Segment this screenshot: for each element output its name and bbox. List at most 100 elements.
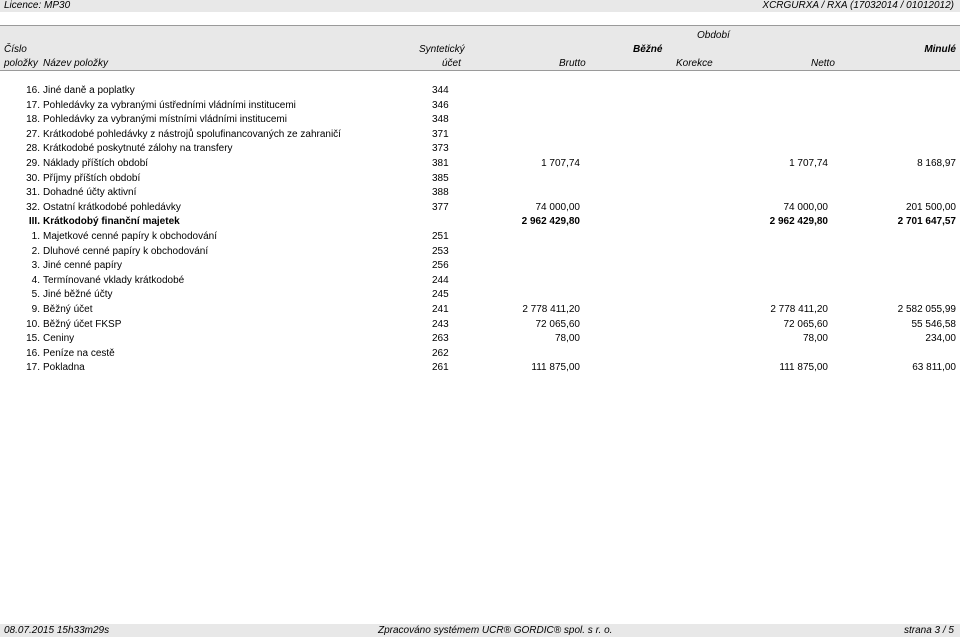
item-netto: 78,00 [802, 333, 828, 345]
header-synteticky: Syntetický [419, 44, 465, 55]
item-brutto: 2 962 429,80 [521, 216, 580, 228]
item-brutto: 2 778 411,20 [522, 303, 580, 315]
item-number: 30. [26, 172, 40, 184]
item-name: Jiné daně a poplatky [43, 85, 135, 96]
item-account: 346 [432, 99, 449, 111]
item-number: 16. [26, 85, 40, 96]
table-row: 29. Náklady příštích období 381 1 707,74 1 7… [0, 157, 960, 172]
item-number: 3. [31, 260, 40, 272]
table-row: 15. Ceniny 263 78,00 78,00 234,00 [0, 332, 960, 347]
table-row: 17. Pohledávky za vybranými ústředními vl… [0, 99, 960, 114]
table-row: 27. Krátkodobé pohledávky z nástrojů spol… [0, 128, 960, 143]
item-brutto: 74 000,00 [535, 201, 581, 213]
item-minule: 2 582 055,99 [897, 303, 956, 315]
item-account: 253 [432, 245, 449, 257]
item-minule: 2 701 647,57 [897, 216, 956, 228]
item-minule: 63 811,00 [912, 362, 956, 374]
header-netto: Netto [811, 58, 835, 69]
item-name: Příjmy příštích období [43, 172, 141, 184]
table-row: 28. Krátkodobé poskytnuté zálohy na trans… [0, 142, 960, 157]
item-minule: 8 168,97 [917, 157, 956, 169]
item-netto: 111 875,00 [779, 362, 828, 374]
item-netto: 2 778 411,20 [770, 303, 828, 315]
item-account: 262 [432, 347, 449, 359]
item-account: 256 [432, 260, 449, 272]
page-footer: 08.07.2015 15h33m29s Zpracováno systémem… [0, 624, 960, 637]
table-row: 30. Příjmy příštích období 385 [0, 172, 960, 187]
item-number: 27. [26, 128, 40, 140]
organization-code: XCRGURXA / RXA (17032014 / 01012012) [762, 0, 954, 11]
item-account: 373 [432, 143, 449, 155]
item-name: Krátkodobé pohledávky z nástrojů spolufi… [43, 128, 341, 140]
item-number: 18. [26, 114, 40, 126]
table-row: 16. Peníze na cestě 262 [0, 347, 960, 362]
item-name: Jiné cenné papíry [43, 260, 122, 272]
item-minule: 55 546,58 [911, 318, 957, 330]
table-row: 2. Dluhové cenné papíry k obchodování 253 [0, 245, 960, 260]
header-minule: Minulé [924, 44, 956, 55]
header-bezne: Běžné [633, 44, 663, 55]
item-number: 9. [31, 303, 40, 315]
item-brutto: 78,00 [554, 333, 580, 345]
item-account: 241 [432, 303, 449, 315]
license-label: Licence: MP30 [4, 0, 71, 11]
item-netto: 72 065,60 [783, 318, 829, 330]
header-obdobi: Období [697, 30, 730, 41]
item-account: 348 [432, 114, 449, 126]
item-account: 388 [432, 187, 449, 199]
table-row: 1. Majetkové cenné papíry k obchodování 25… [0, 230, 960, 245]
item-brutto: 111 875,00 [531, 362, 580, 374]
item-minule: 201 500,00 [905, 201, 956, 213]
item-account: 251 [432, 230, 449, 242]
header-nazev-polozky: Název položky [43, 58, 109, 69]
item-name: Ceniny [43, 333, 75, 345]
item-number: 16. [26, 347, 40, 359]
item-number: 10. [26, 318, 40, 330]
item-name: Ostatní krátkodobé pohledávky [43, 201, 181, 213]
item-account: 243 [432, 318, 449, 330]
table-row: 3. Jiné cenné papíry 256 [0, 259, 960, 274]
item-number: 2. [31, 245, 40, 257]
item-name: Termínované vklady krátkodobé [43, 274, 185, 286]
table-header: Období Číslo Syntetický Běžné Minulé pol… [0, 25, 960, 71]
item-name: Majetkové cenné papíry k obchodování [43, 230, 217, 242]
table-row: 31. Dohadné účty aktivní 388 [0, 186, 960, 201]
item-brutto: 72 065,60 [535, 318, 581, 330]
item-netto: 1 707,74 [789, 157, 828, 169]
table-row: 16. Jiné daně a poplatky 344 [0, 84, 960, 99]
item-name: Běžný účet FKSP [43, 318, 122, 330]
item-name: Pohledávky za vybranými místními vládním… [43, 114, 287, 126]
item-number: 17. [26, 99, 40, 111]
item-account: 385 [432, 172, 449, 184]
item-name: Dohadné účty aktivní [43, 187, 137, 199]
print-datetime: 08.07.2015 15h33m29s [4, 625, 110, 636]
item-number: 17. [26, 362, 40, 374]
table-row: 17. Pokladna 261 111 875,00 111 875,00 63 811… [0, 361, 960, 376]
item-account: 245 [432, 289, 449, 301]
table-row: 10. Běžný účet FKSP 243 72 065,60 72 065,60 5… [0, 318, 960, 333]
page-number: strana 3 / 5 [903, 625, 954, 636]
item-number: 31. [26, 187, 40, 199]
item-number: 29. [26, 157, 40, 169]
item-name: Náklady příštích období [43, 157, 149, 169]
item-account: 244 [432, 274, 449, 286]
item-brutto: 1 707,74 [541, 157, 580, 169]
item-name: Běžný účet [43, 303, 93, 315]
table-row: III. Krátkodobý finanční majetek 2 962 429… [0, 215, 960, 230]
item-name: Krátkodobý finanční majetek [43, 216, 180, 228]
item-name: Pokladna [43, 362, 85, 374]
item-name: Pohledávky za vybranými ústředními vládn… [43, 99, 296, 111]
item-number: 32. [26, 201, 40, 213]
item-account: 263 [432, 333, 449, 345]
item-account: 381 [432, 157, 449, 169]
item-number: 15. [26, 333, 40, 345]
item-account: 344 [432, 85, 449, 96]
header-polozky: položky [4, 58, 38, 69]
item-name: Krátkodobé poskytnuté zálohy na transfer… [43, 143, 233, 155]
table-row: 5. Jiné běžné účty 245 [0, 288, 960, 303]
item-number: 4. [31, 274, 40, 286]
table-row: 4. Termínované vklady krátkodobé 244 [0, 274, 960, 289]
table-row: 9. Běžný účet 241 2 778 411,20 2 778 411,20 2… [0, 303, 960, 318]
item-number: 28. [26, 143, 40, 155]
header-korekce: Korekce [676, 58, 713, 69]
